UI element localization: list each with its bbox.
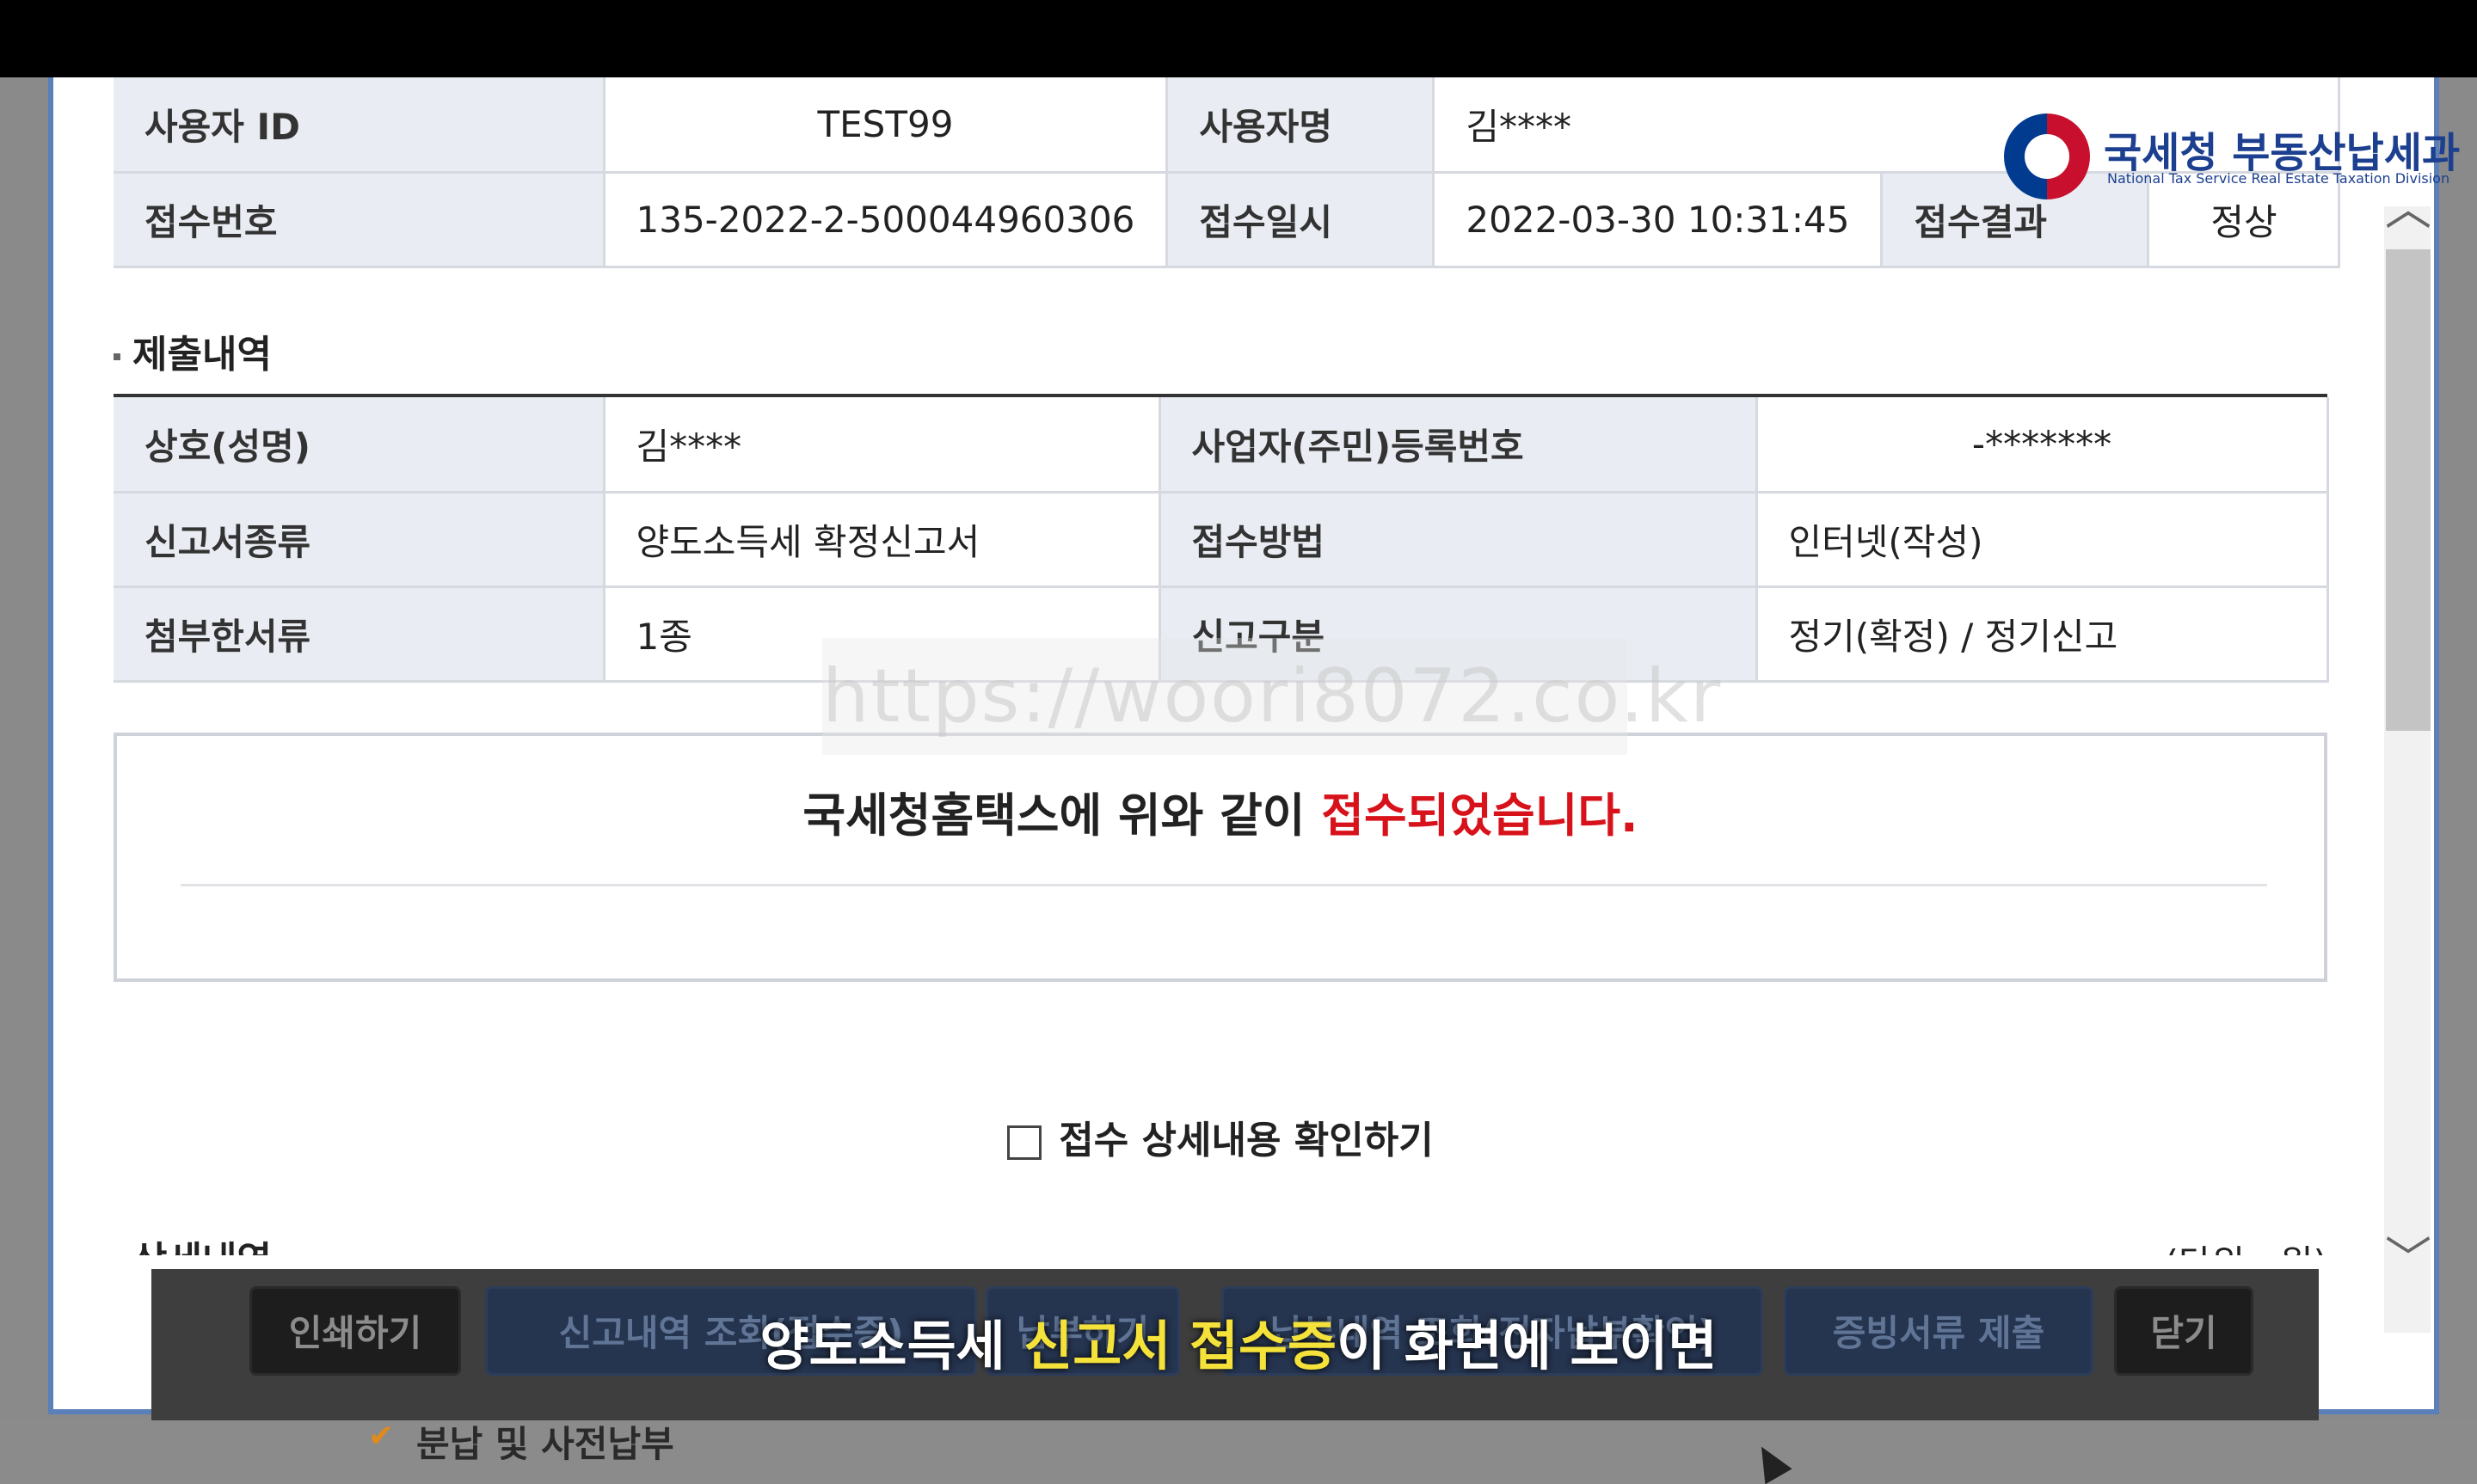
user-name-label: 사용자명 — [1166, 77, 1435, 174]
taegeuk-logo-icon — [2004, 113, 2090, 199]
detail-confirm-row: 접수 상세내용 확인하기 — [114, 1109, 2327, 1164]
watermark: https://woori8072.co.kr — [822, 638, 1720, 755]
scrollbar-thumb[interactable] — [2386, 249, 2431, 731]
attachments-label: 첨부한서류 — [114, 586, 605, 683]
background-menu-item[interactable]: 분납 및 사전납부 — [416, 1415, 674, 1468]
detail-confirm-label[interactable]: 접수 상세내용 확인하기 — [1059, 1119, 1433, 1162]
receipt-method-label: 접수방법 — [1159, 492, 1758, 588]
company-name-value: 김**** — [604, 397, 1161, 494]
logo-subtitle: National Tax Service Real Estate Taxatio… — [2107, 170, 2450, 187]
nts-logo: 국세청 부동산납세과 National Tax Service Real Est… — [2004, 113, 2460, 199]
user-id-value: TEST99 — [604, 77, 1169, 174]
detail-section-title: 상세내역 — [114, 1230, 272, 1255]
screen-top-bar — [0, 0, 2477, 77]
caption-highlight: 신고서 접수증 — [1023, 1315, 1337, 1377]
detail-confirm-checkbox[interactable] — [1007, 1125, 1042, 1160]
receipt-number-label: 접수번호 — [114, 172, 605, 268]
notice-divider — [181, 884, 2267, 886]
company-name-label: 상호(성명) — [114, 397, 605, 494]
report-type-label: 신고서종류 — [114, 492, 605, 588]
notice-text: 국세청홈택스에 위와 같이 — [802, 788, 1322, 843]
receipt-method-value: 인터넷(작성) — [1756, 492, 2329, 588]
report-type-value: 양도소득세 확정신고서 — [604, 492, 1161, 588]
user-id-label: 사용자 ID — [114, 77, 605, 174]
notice-highlight: 접수되었습니다. — [1321, 788, 1638, 843]
receipt-notice-message: 국세청홈택스에 위와 같이 접수되었습니다. — [117, 777, 2324, 845]
submission-section-title: 제출내역 — [114, 323, 272, 378]
report-category-value: 정기(확정) / 정기신고 — [1756, 586, 2329, 683]
receipt-notice-box: 국세청홈택스에 위와 같이 접수되었습니다. — [114, 733, 2327, 982]
bullet-icon — [114, 353, 120, 360]
video-caption: 양도소득세 신고서 접수증이 화면에 보이면 — [759, 1315, 1718, 1377]
receipt-datetime-label: 접수일시 — [1166, 172, 1435, 268]
table-row: 신고서종류 양도소득세 확정신고서 접수방법 인터넷(작성) — [114, 492, 2329, 588]
check-icon: ✔ — [368, 1419, 395, 1454]
registration-number-value: -******* — [1756, 397, 2329, 494]
registration-number-label: 사업자(주민)등록번호 — [1159, 397, 1758, 494]
receipt-number-value: 135-2022-2-500044960306 — [604, 172, 1169, 268]
receipt-datetime-value: 2022-03-30 10:31:45 — [1433, 172, 1884, 268]
scroll-down-icon[interactable]: ﹀ — [2382, 1221, 2434, 1289]
unit-label: (단위 : 원) — [2164, 1235, 2327, 1255]
table-row: 상호(성명) 김**** 사업자(주민)등록번호 -******* — [114, 397, 2329, 494]
